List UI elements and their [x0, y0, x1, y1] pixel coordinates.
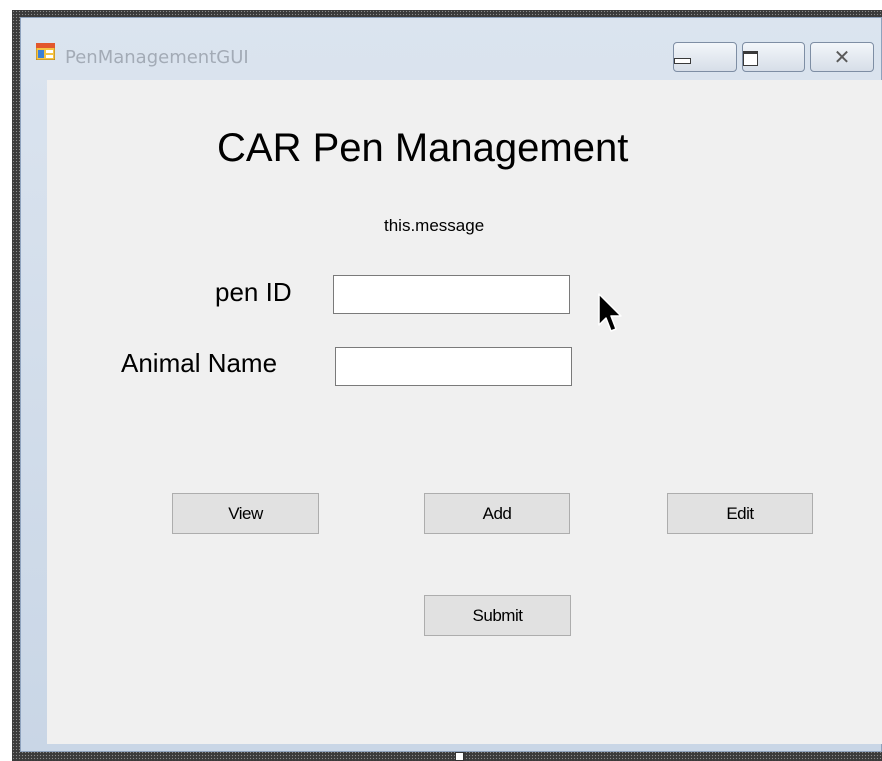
form-window: PenManagementGUI ✕ CAR Pen Management th…	[20, 17, 882, 752]
title-bar[interactable]: PenManagementGUI ✕	[21, 18, 881, 80]
close-button[interactable]: ✕	[810, 42, 874, 72]
window-title: PenManagementGUI	[65, 47, 249, 68]
submit-button[interactable]: Submit	[424, 595, 571, 636]
maximize-icon	[743, 51, 758, 66]
pen-id-label: pen ID	[215, 277, 292, 307]
minimize-icon	[674, 58, 691, 64]
page-title: CAR Pen Management	[217, 126, 629, 170]
minimize-button[interactable]	[673, 42, 737, 72]
view-button[interactable]: View	[172, 493, 319, 534]
windows-forms-app-icon	[35, 42, 56, 61]
add-button[interactable]: Add	[424, 493, 570, 534]
arrow-cursor-icon	[597, 293, 623, 335]
pen-id-input[interactable]	[333, 275, 570, 314]
status-message: this.message	[384, 216, 485, 235]
maximize-button[interactable]	[742, 42, 805, 72]
close-icon: ✕	[833, 45, 851, 69]
animal-name-label: Animal Name	[121, 348, 278, 378]
screen: PenManagementGUI ✕ CAR Pen Management th…	[0, 0, 882, 761]
animal-name-input[interactable]	[335, 347, 572, 386]
form-client-area: CAR Pen Management this.message pen ID A…	[47, 80, 882, 744]
resize-handle[interactable]	[455, 752, 464, 761]
edit-button[interactable]: Edit	[667, 493, 813, 534]
